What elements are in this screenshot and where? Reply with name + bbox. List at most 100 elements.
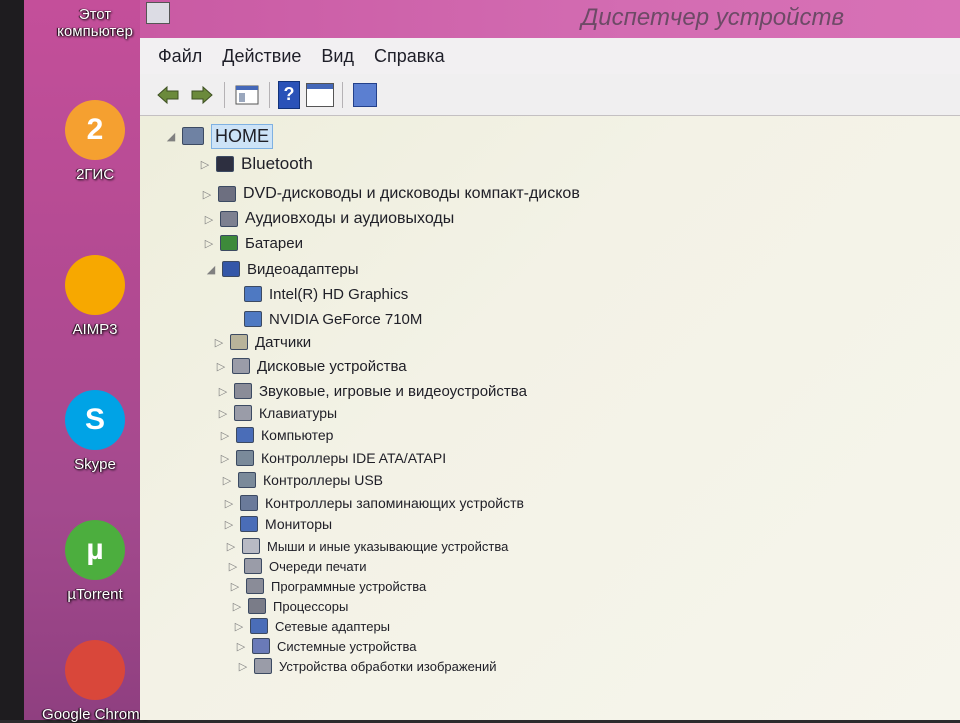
menu-help[interactable]: Справка bbox=[374, 46, 445, 67]
tree-device-item[interactable]: NVIDIA GeForce 710M bbox=[226, 307, 422, 331]
desktop-icon-label: Этот компьютер bbox=[57, 6, 133, 40]
desktop-icon-utorrent[interactable]: µ µTorrent bbox=[40, 520, 150, 603]
expand-arrow-icon[interactable]: ▷ bbox=[222, 497, 236, 510]
expand-arrow-icon[interactable]: ▷ bbox=[222, 518, 236, 531]
expand-arrow-icon[interactable]: ▷ bbox=[202, 213, 216, 226]
screen-bezel bbox=[0, 0, 24, 720]
tree-item-label: Сетевые адаптеры bbox=[275, 618, 391, 634]
console-tree-icon[interactable] bbox=[233, 81, 261, 109]
device-category-icon bbox=[246, 578, 264, 594]
device-category-icon bbox=[248, 598, 266, 614]
expand-arrow-icon[interactable]: ▷ bbox=[224, 540, 238, 553]
desktop-icon-chrome[interactable]: Google Chrome bbox=[40, 640, 150, 723]
tree-category-item[interactable]: ▷ Устройства обработки изображений bbox=[236, 654, 497, 678]
help-icon[interactable]: ? bbox=[278, 80, 300, 109]
expand-arrow-icon[interactable]: ▷ bbox=[236, 660, 250, 673]
collapse-arrow-icon[interactable]: ◢ bbox=[164, 130, 178, 143]
tree-category-item[interactable]: ▷ Контроллеры USB bbox=[220, 468, 383, 492]
tree-item-label: Датчики bbox=[255, 333, 312, 351]
tree-category-item[interactable]: ▷ Bluetooth bbox=[198, 152, 313, 176]
desktop-icon-skype[interactable]: S Skype bbox=[40, 390, 150, 473]
title-bar[interactable]: Диспетчер устройств bbox=[140, 0, 960, 38]
expand-arrow-icon[interactable]: ▷ bbox=[214, 360, 228, 373]
expand-arrow-icon[interactable]: ▷ bbox=[220, 474, 234, 487]
device-category-icon bbox=[238, 472, 256, 488]
computer-icon bbox=[182, 127, 204, 145]
desktop-icon-label: Skype bbox=[74, 456, 116, 473]
toolbar: ? bbox=[140, 74, 960, 116]
collapse-arrow-icon[interactable]: ◢ bbox=[204, 263, 218, 276]
tree-category-item[interactable]: ▷ Батареи bbox=[202, 231, 303, 255]
expand-arrow-icon[interactable]: ▷ bbox=[216, 385, 230, 398]
expand-arrow-icon[interactable]: ▷ bbox=[212, 336, 226, 349]
device-category-icon bbox=[252, 638, 270, 654]
expand-arrow-icon[interactable]: ▷ bbox=[202, 237, 216, 250]
window-title: Диспетчер устройств bbox=[581, 4, 844, 31]
tree-category-item[interactable]: ▷ Звуковые, игровые и видеоустройства bbox=[216, 379, 527, 403]
scan-hardware-icon[interactable] bbox=[351, 81, 379, 109]
device-manager-window: Диспетчер устройств Файл Действие Вид Сп… bbox=[140, 0, 960, 720]
tree-item-label: Мониторы bbox=[265, 516, 333, 532]
tree-item-label: Видеоадаптеры bbox=[247, 260, 359, 278]
desktop-icon-computer[interactable]: Этот компьютер bbox=[40, 0, 150, 40]
device-category-icon bbox=[244, 286, 262, 302]
desktop-icon-2gis[interactable]: 2 2ГИС bbox=[40, 100, 150, 183]
device-category-icon bbox=[242, 538, 260, 554]
tree-item-label: NVIDIA GeForce 710M bbox=[269, 310, 423, 328]
desktop-icon-label: Google Chrome bbox=[42, 706, 148, 723]
tree-item-label: Аудиовходы и аудиовыходы bbox=[245, 210, 455, 227]
menu-file[interactable]: Файл bbox=[158, 46, 202, 67]
tree-item-label: Контроллеры запоминающих устройств bbox=[265, 495, 524, 511]
device-category-icon bbox=[234, 383, 252, 399]
tree-item-label: Bluetooth bbox=[241, 154, 313, 173]
tree-item-label: Устройства обработки изображений bbox=[279, 658, 497, 674]
tree-category-item[interactable]: ▷ Аудиовходы и аудиовыходы bbox=[202, 207, 454, 231]
tree-item-label: Процессоры bbox=[273, 598, 349, 614]
tree-category-item[interactable]: ▷ Датчики bbox=[212, 330, 311, 354]
tree-category-item[interactable]: ◢ Видеоадаптеры bbox=[204, 257, 359, 281]
expand-arrow-icon[interactable]: ▷ bbox=[230, 600, 244, 613]
tree-category-item[interactable]: ▷ Мониторы bbox=[222, 512, 332, 536]
tree-category-item[interactable]: ▷ Клавиатуры bbox=[216, 401, 337, 425]
tree-category-item[interactable]: ▷ Компьютер bbox=[218, 423, 333, 447]
menu-view[interactable]: Вид bbox=[321, 46, 354, 67]
tree-item-label: Контроллеры USB bbox=[263, 472, 383, 488]
device-category-icon bbox=[240, 516, 258, 532]
tree-item-label: Программные устройства bbox=[271, 578, 427, 594]
device-category-icon bbox=[244, 311, 262, 327]
tree-device-item[interactable]: Intel(R) HD Graphics bbox=[226, 282, 408, 306]
tree-item-label: Звуковые, игровые и видеоустройства bbox=[259, 382, 527, 400]
desktop-icon-aimp[interactable]: AIMP3 bbox=[40, 255, 150, 338]
tree-category-item[interactable]: ▷ DVD-дисководы и дисководы компакт-диско… bbox=[200, 182, 580, 206]
device-category-icon bbox=[230, 334, 248, 350]
expand-arrow-icon[interactable]: ▷ bbox=[200, 188, 214, 201]
forward-arrow-icon[interactable] bbox=[188, 81, 216, 109]
2gis-icon: 2 bbox=[65, 100, 125, 160]
device-category-icon bbox=[222, 261, 240, 277]
expand-arrow-icon[interactable]: ▷ bbox=[232, 620, 246, 633]
expand-arrow-icon[interactable]: ▷ bbox=[226, 560, 240, 573]
utorrent-icon: µ bbox=[65, 520, 125, 580]
properties-icon[interactable] bbox=[306, 81, 334, 109]
tree-item-label: Мыши и иные указывающие устройства bbox=[267, 538, 509, 554]
tree-category-item[interactable]: ▷ Контроллеры IDE ATA/ATAPI bbox=[218, 446, 446, 470]
tree-item-label: Компьютер bbox=[261, 427, 334, 443]
tree-root[interactable]: ◢ HOME bbox=[164, 123, 273, 149]
expand-arrow-icon[interactable]: ▷ bbox=[218, 452, 232, 465]
chrome-icon bbox=[65, 640, 125, 700]
desktop-icon-label: µTorrent bbox=[67, 586, 123, 603]
app-icon[interactable] bbox=[146, 2, 170, 24]
expand-arrow-icon[interactable]: ▷ bbox=[216, 407, 230, 420]
expand-arrow-icon[interactable]: ▷ bbox=[198, 158, 212, 171]
back-arrow-icon[interactable] bbox=[154, 81, 182, 109]
tree-item-label: Дисковые устройства bbox=[257, 357, 407, 375]
device-category-icon bbox=[244, 558, 262, 574]
tree-item-label: Очереди печати bbox=[269, 558, 367, 574]
device-category-icon bbox=[240, 495, 258, 511]
tree-category-item[interactable]: ▷ Дисковые устройства bbox=[214, 354, 407, 378]
expand-arrow-icon[interactable]: ▷ bbox=[228, 580, 242, 593]
expand-arrow-icon[interactable]: ▷ bbox=[234, 640, 248, 653]
menu-action[interactable]: Действие bbox=[222, 46, 301, 67]
device-category-icon bbox=[220, 235, 238, 251]
expand-arrow-icon[interactable]: ▷ bbox=[218, 429, 232, 442]
